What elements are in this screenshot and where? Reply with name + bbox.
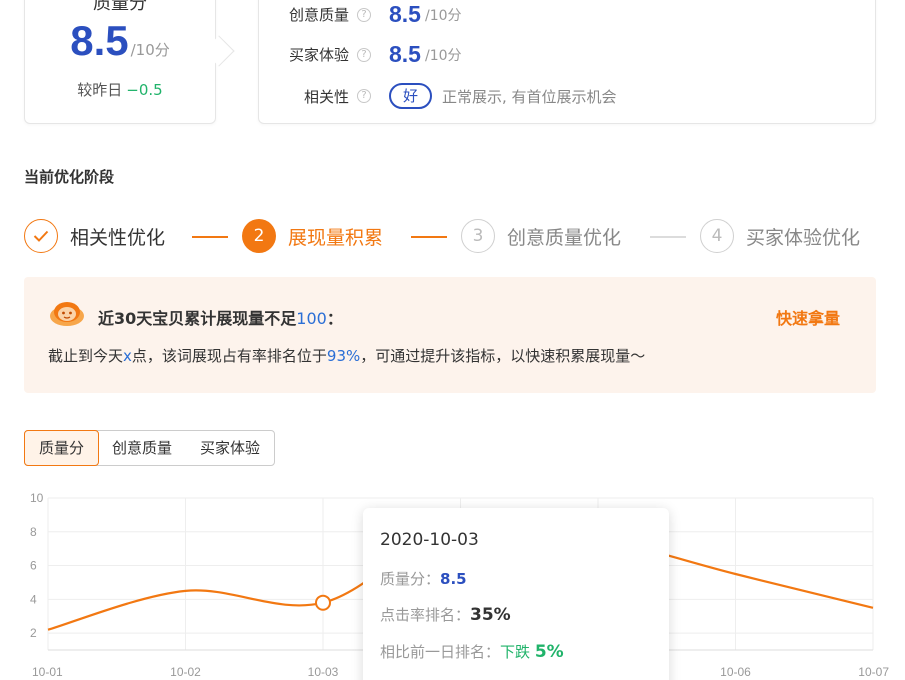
- tooltip-label: 质量分：: [380, 570, 441, 588]
- help-icon[interactable]: ?: [357, 89, 371, 103]
- metric-relevance-label: 相关性: [303, 87, 349, 106]
- notice-desc-text: ，可通过提升该指标，以快速积累展现量～: [360, 347, 646, 365]
- notice-desc-x: x: [123, 347, 132, 365]
- relevance-desc: 正常展示, 有首位展示机会: [442, 87, 617, 106]
- tooltip-label: 相比前一日排名：: [380, 643, 501, 661]
- step-label: 展现量积累: [288, 226, 384, 249]
- x-tick-label: 10-06: [720, 665, 751, 679]
- metric-creative-value: 8.5: [389, 1, 421, 27]
- score-value: 8.5: [70, 17, 129, 64]
- step-impressions[interactable]: 2 展现量积累: [242, 218, 383, 254]
- step-creative[interactable]: 3 创意质量优化: [461, 218, 621, 254]
- notice-title-text: 近30天宝贝累计展现量不足: [98, 309, 297, 328]
- mascot-icon: [50, 302, 84, 326]
- tooltip-value: 35%: [470, 605, 511, 625]
- metric-creative-label: 创意质量: [288, 6, 349, 24]
- step-label: 创意质量优化: [507, 226, 622, 249]
- score-compare-label: 较昨日: [77, 81, 123, 99]
- stage-steps: 相关性优化 2 展现量积累 3 创意质量优化 4 买家体验优化: [24, 218, 884, 254]
- metric-creative: 创意质量 ? 8.5 /10分: [259, 1, 462, 28]
- x-tick-label: 10-07: [858, 665, 889, 679]
- notice-title: 近30天宝贝累计展现量不足100：: [98, 305, 343, 329]
- x-tick-label: 10-02: [170, 665, 201, 679]
- score-value-wrap: 8.5/10分: [25, 17, 215, 65]
- tab-quality-score[interactable]: 质量分: [24, 430, 100, 466]
- metric-creative-denominator: /10分: [424, 7, 462, 24]
- score-title: 质量分: [93, 0, 147, 14]
- help-icon[interactable]: ?: [357, 47, 371, 62]
- notice-title-number: 100: [296, 309, 327, 328]
- step-buyer[interactable]: 4 买家体验优化: [700, 218, 860, 254]
- metric-buyer-label: 买家体验: [288, 46, 349, 64]
- metric-tabs: 质量分 创意质量 买家体验: [24, 430, 276, 466]
- score-compare-delta: −0.5: [126, 81, 163, 99]
- tab-creative-quality[interactable]: 创意质量: [98, 431, 186, 465]
- step-label: 买家体验优化: [746, 226, 861, 249]
- y-tick-label: 2: [30, 626, 37, 640]
- notice-box: 近30天宝贝累计展现量不足100： 快速拿量 截止到今天x点，该词展现占有率排名…: [24, 277, 876, 393]
- y-tick-label: 6: [30, 559, 37, 573]
- step-relevance[interactable]: 相关性优化: [24, 218, 165, 254]
- x-tick-label: 10-03: [308, 665, 339, 679]
- notice-desc: 截止到今天x点，该词展现占有率排名位于93%，可通过提升该指标，以快速积累展现量…: [48, 345, 645, 366]
- score-denominator: /10分: [130, 41, 170, 59]
- step-number: 3: [461, 219, 495, 253]
- y-tick-label: 8: [30, 525, 37, 539]
- step-connector: [192, 236, 228, 238]
- stage-title: 当前优化阶段: [24, 168, 115, 186]
- step-connector: [411, 236, 447, 238]
- metric-buyer-denominator: /10分: [424, 47, 462, 64]
- tooltip-row-score: 质量分：8.5: [380, 568, 467, 589]
- score-compare: 较昨日 −0.5: [25, 79, 215, 100]
- metric-buyer: 买家体验 ? 8.5 /10分: [259, 41, 462, 68]
- notice-desc-pct: 93%: [326, 347, 361, 365]
- tooltip-value: 8.5: [440, 570, 467, 588]
- metric-buyer-value: 8.5: [389, 41, 421, 67]
- check-icon: [24, 219, 58, 253]
- notice-desc-text: 点，该词展现占有率排名位于: [131, 347, 327, 365]
- help-icon[interactable]: ?: [357, 7, 371, 22]
- step-number: 4: [700, 219, 734, 253]
- tooltip-row-change: 相比前一日排名：下跌 5%: [380, 641, 564, 662]
- quality-score-card: 质量分 8.5/10分 较昨日 −0.5: [24, 0, 216, 124]
- step-number: 2: [242, 219, 276, 253]
- chart-tooltip: 2020-10-03 质量分：8.5 点击率排名：35% 相比前一日排名：下跌 …: [363, 508, 669, 680]
- tooltip-value: 5%: [534, 642, 564, 662]
- y-tick-label: 10: [30, 491, 44, 505]
- tooltip-label: 点击率排名：: [380, 606, 471, 624]
- highlight-point[interactable]: [315, 594, 331, 611]
- quick-traffic-link[interactable]: 快速拿量: [776, 305, 840, 329]
- notice-desc-text: 截止到今天: [48, 347, 124, 365]
- tooltip-row-ctr: 点击率排名：35%: [380, 604, 511, 625]
- tab-buyer-experience[interactable]: 买家体验: [186, 431, 274, 465]
- relevance-badge: 好: [389, 83, 433, 109]
- y-tick-label: 4: [30, 592, 37, 606]
- metrics-card: 创意质量 ? 8.5 /10分 买家体验 ? 8.5 /10分 相关性 ? 好 …: [258, 0, 876, 124]
- metric-relevance: 相关性 ? 好 正常展示, 有首位展示机会: [259, 83, 617, 109]
- tooltip-date: 2020-10-03: [380, 530, 479, 550]
- step-connector: [650, 236, 686, 238]
- x-tick-label: 10-01: [32, 665, 63, 679]
- tooltip-direction: 下跌: [500, 643, 531, 661]
- step-label: 相关性优化: [70, 226, 166, 249]
- notice-title-suffix: ：: [326, 309, 343, 328]
